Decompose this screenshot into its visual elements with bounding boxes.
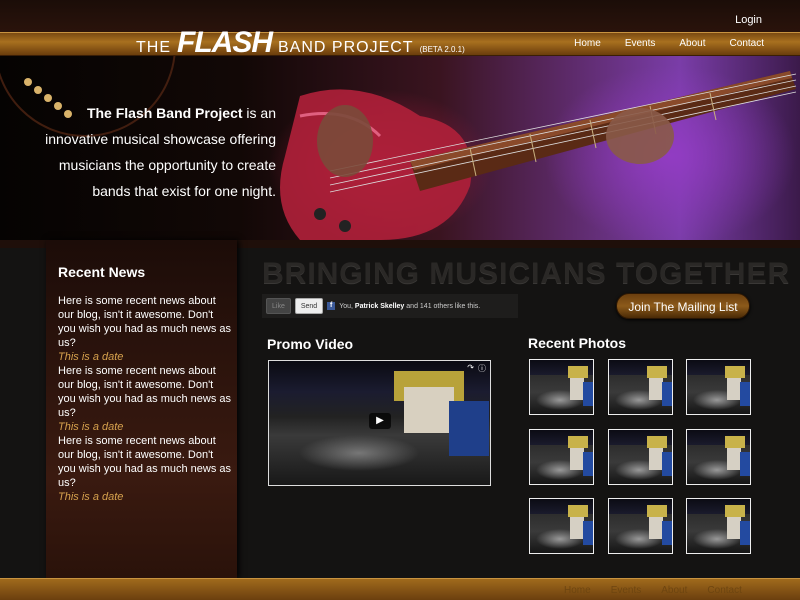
nav-home[interactable]: Home <box>574 38 601 49</box>
video-panel <box>404 387 454 433</box>
like-button[interactable]: Like <box>266 298 291 314</box>
hero-tagline: The Flash Band Project is an innovative … <box>36 100 276 204</box>
news-date[interactable]: This is a date <box>58 420 233 434</box>
recent-news-title: Recent News <box>58 264 146 280</box>
liker-name[interactable]: Patrick Skelley <box>355 303 404 310</box>
news-text: Here is some recent news about our blog,… <box>58 295 232 349</box>
facebook-icon: f <box>327 302 336 310</box>
news-date[interactable]: This is a date <box>58 490 233 504</box>
footer: Home Events About Contact <box>0 578 800 600</box>
photo-thumbnail[interactable] <box>686 498 751 554</box>
promo-video-player[interactable]: ↷ ⓘ ▶ <box>268 360 491 486</box>
logo-flash: FLASH <box>177 26 273 59</box>
logo-the: THE <box>136 39 171 56</box>
site-logo[interactable]: THE FLASH BAND PROJECT (BETA 2.0.1) <box>136 26 465 59</box>
facebook-like-bar: Like Send f You, Patrick Skelley and 141… <box>262 294 518 318</box>
send-button[interactable]: Send <box>294 298 324 314</box>
video-blue-wall <box>449 401 489 456</box>
nav-about[interactable]: About <box>679 38 705 49</box>
photo-thumbnail[interactable] <box>608 429 673 485</box>
page-headline: BRINGING MUSICIANS TOGETHER <box>262 257 791 290</box>
login-link[interactable]: Login <box>735 14 762 26</box>
footer-nav-events[interactable]: Events <box>611 585 642 596</box>
recent-photos-title: Recent Photos <box>528 335 627 351</box>
photo-thumbnail[interactable] <box>529 429 594 485</box>
share-icon[interactable]: ↷ <box>467 363 474 372</box>
photo-thumbnail[interactable] <box>686 359 751 415</box>
info-icon[interactable]: ⓘ <box>478 363 486 374</box>
logo-band-project: BAND PROJECT <box>278 39 414 56</box>
recent-news-sidebar: Recent News Here is some recent news abo… <box>46 240 237 578</box>
news-item: Here is some recent news about our blog,… <box>58 294 233 364</box>
footer-nav: Home Events About Contact <box>564 585 742 596</box>
play-icon[interactable]: ▶ <box>369 413 391 429</box>
main-nav: Home Events About Contact <box>574 38 764 49</box>
like-summary: You, Patrick Skelley and 141 others like… <box>339 302 481 310</box>
logo-beta: (BETA 2.0.1) <box>419 45 465 54</box>
hero-brand: The Flash Band Project <box>86 105 243 121</box>
photo-thumbnail[interactable] <box>608 359 673 415</box>
footer-nav-contact[interactable]: Contact <box>707 585 741 596</box>
news-text: Here is some recent news about our blog,… <box>58 435 232 489</box>
nav-contact[interactable]: Contact <box>730 38 764 49</box>
photo-thumbnail[interactable] <box>529 359 594 415</box>
photo-thumbnail[interactable] <box>608 498 673 554</box>
news-item: Here is some recent news about our blog,… <box>58 434 233 504</box>
hero-banner: The Flash Band Project is an innovative … <box>0 56 800 240</box>
news-text: Here is some recent news about our blog,… <box>58 365 232 419</box>
photo-thumbnail[interactable] <box>686 429 751 485</box>
nav-events[interactable]: Events <box>625 38 656 49</box>
photo-thumbnail[interactable] <box>529 498 594 554</box>
join-mailing-list-button[interactable]: Join The Mailing List <box>616 293 750 319</box>
footer-nav-about[interactable]: About <box>661 585 687 596</box>
promo-video-title: Promo Video <box>267 336 354 352</box>
news-item: Here is some recent news about our blog,… <box>58 364 233 434</box>
footer-nav-home[interactable]: Home <box>564 585 591 596</box>
news-date[interactable]: This is a date <box>58 350 233 364</box>
